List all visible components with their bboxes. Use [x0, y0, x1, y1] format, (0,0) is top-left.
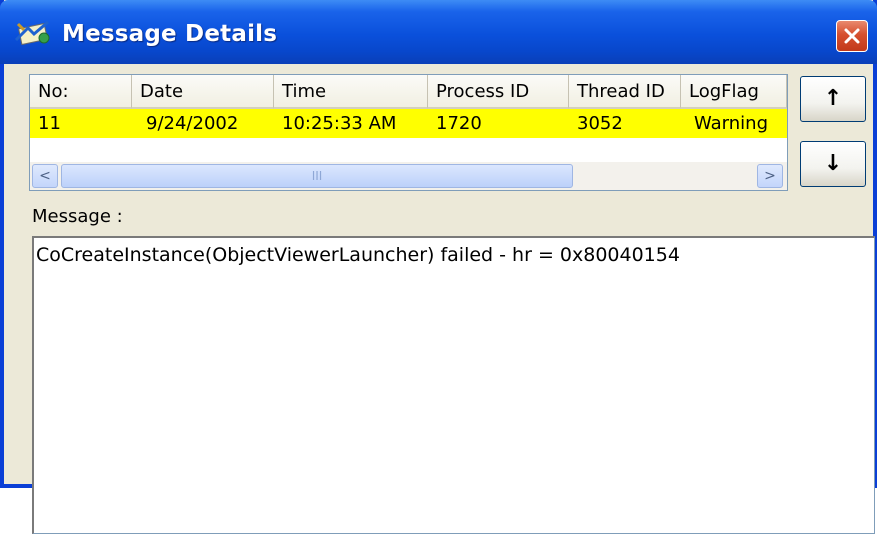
message-text: CoCreateInstance(ObjectViewerLauncher) f… — [36, 244, 680, 266]
message-details-icon — [14, 20, 54, 46]
scroll-thumb[interactable]: III — [61, 164, 573, 188]
title-bar[interactable]: Message Details — [0, 0, 877, 64]
column-header-time[interactable]: Time — [274, 75, 428, 109]
arrow-down-icon: ↓ — [823, 151, 843, 176]
column-header-logflag[interactable]: LogFlag — [681, 75, 787, 109]
scroll-right-button[interactable]: > — [757, 164, 783, 188]
message-textbox[interactable]: CoCreateInstance(ObjectViewerLauncher) f… — [32, 236, 875, 534]
chevron-right-icon: > — [764, 168, 776, 184]
cell-logflag: Warning — [694, 113, 769, 134]
scroll-left-button[interactable]: < — [32, 164, 58, 188]
chevron-left-icon: < — [39, 168, 51, 184]
scroll-grip-icon: III — [311, 169, 323, 183]
dialog-body: No: Date Time Process ID Thread ID LogFl… — [4, 64, 875, 534]
column-header-thread-id[interactable]: Thread ID — [569, 75, 681, 109]
column-header-date[interactable]: Date — [132, 75, 274, 109]
message-list[interactable]: No: Date Time Process ID Thread ID LogFl… — [29, 74, 788, 191]
cell-date: 9/24/2002 — [146, 113, 239, 134]
cell-no: 11 — [38, 113, 61, 134]
message-details-window: Message Details No: Date Time Process ID… — [0, 0, 877, 534]
previous-message-button[interactable]: ↑ — [800, 76, 866, 122]
message-label: Message : — [32, 206, 123, 227]
window-title: Message Details — [62, 21, 278, 47]
column-header-process-id[interactable]: Process ID — [428, 75, 569, 109]
list-header: No: Date Time Process ID Thread ID LogFl… — [30, 75, 787, 109]
list-row-selected[interactable]: 11 9/24/2002 10:25:33 AM 1720 3052 Warni… — [30, 109, 787, 138]
horizontal-scrollbar[interactable]: < III > — [30, 162, 787, 190]
arrow-up-icon: ↑ — [823, 86, 843, 111]
cell-thread-id: 3052 — [577, 113, 623, 134]
next-message-button[interactable]: ↓ — [800, 141, 866, 187]
cell-process-id: 1720 — [436, 113, 482, 134]
cell-time: 10:25:33 AM — [282, 113, 397, 134]
close-icon — [843, 23, 861, 51]
column-header-no[interactable]: No: — [30, 75, 132, 109]
close-button[interactable] — [836, 20, 868, 52]
